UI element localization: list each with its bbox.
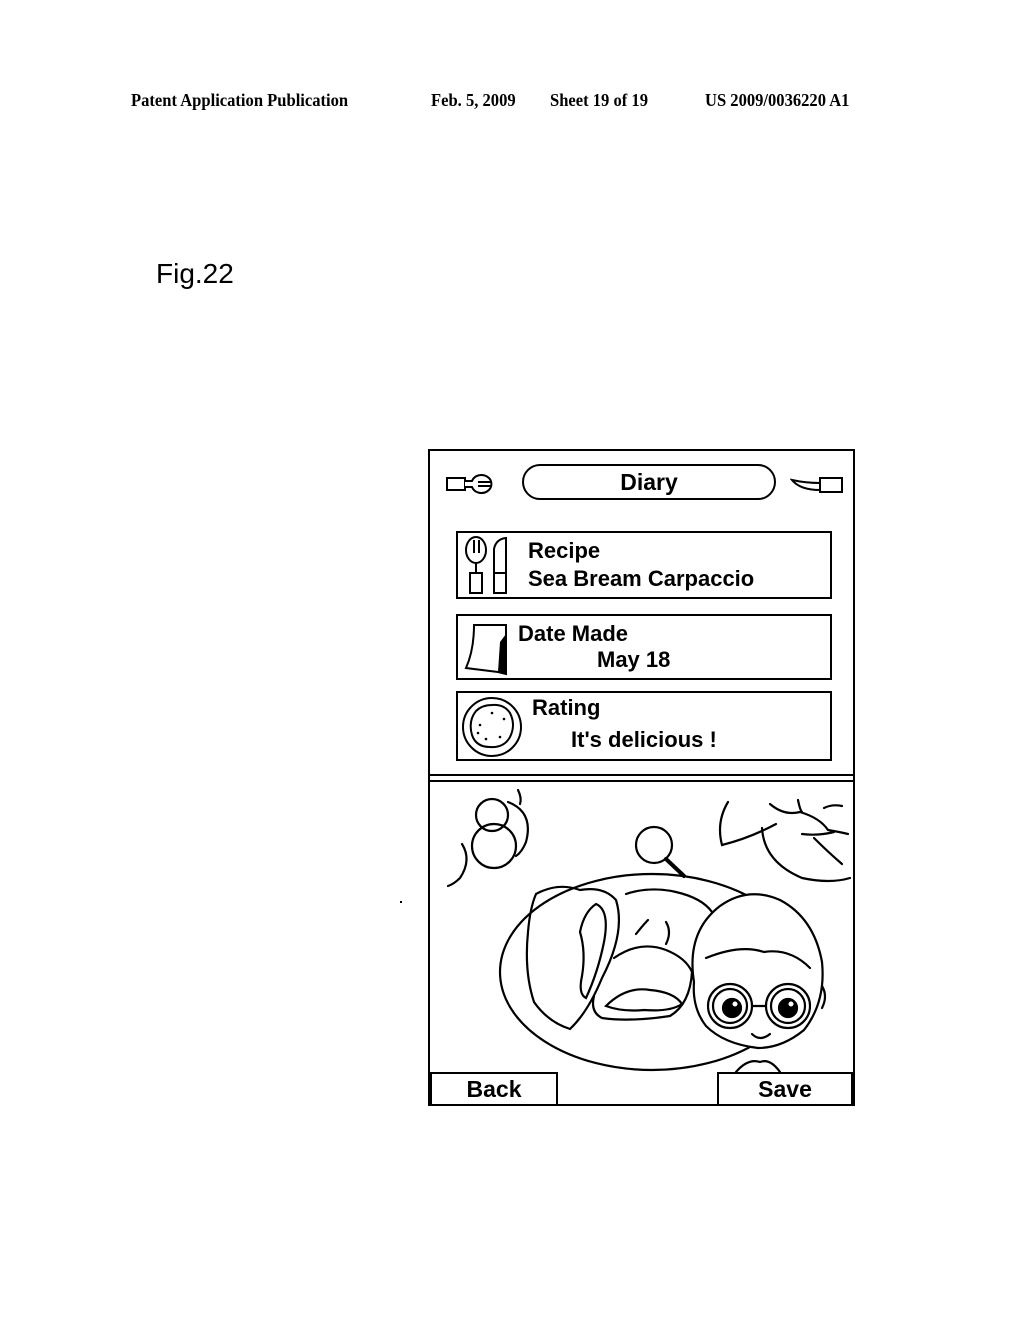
rating-card[interactable]: Rating It's delicious ! [456, 691, 832, 761]
date-made-value: May 18 [597, 647, 671, 672]
device-screen: Diary Recipe Sea Bream Carpaccio Date Ma… [428, 449, 855, 1106]
save-button[interactable]: Save [717, 1072, 853, 1106]
rating-value: It's delicious ! [571, 727, 717, 752]
recipe-value: Sea Bream Carpaccio [528, 566, 755, 591]
rating-label: Rating [532, 695, 601, 720]
date-made-card[interactable]: Date Made May 18 [456, 614, 832, 680]
patent-number: US 2009/0036220 A1 [705, 90, 850, 110]
fish-drawing [525, 885, 714, 1031]
section-divider [430, 774, 853, 782]
calendar-page-icon [462, 622, 512, 678]
grapes-drawing [446, 788, 529, 888]
character-drawing [691, 893, 827, 1072]
food-illustration [430, 782, 853, 1072]
page-title: Diary [522, 464, 776, 500]
cutlery-icon [462, 535, 516, 597]
back-button[interactable]: Back [430, 1072, 558, 1106]
spoon-drawing [634, 825, 686, 878]
publication-type: Patent Application Publication [131, 90, 349, 110]
recipe-label: Recipe [528, 538, 601, 563]
bowl-drawing [718, 798, 852, 883]
figure-label: Fig.22 [156, 258, 234, 289]
publication-date: Feb. 5, 2009 [431, 90, 516, 110]
plate-icon [460, 695, 524, 759]
recipe-card[interactable]: Recipe Sea Bream Carpaccio [456, 531, 832, 599]
date-made-label: Date Made [518, 621, 629, 646]
spoon-icon[interactable] [446, 473, 500, 495]
stray-mark [400, 901, 402, 903]
sheet-number: Sheet 19 of 19 [550, 90, 648, 110]
knife-icon[interactable] [790, 475, 846, 495]
